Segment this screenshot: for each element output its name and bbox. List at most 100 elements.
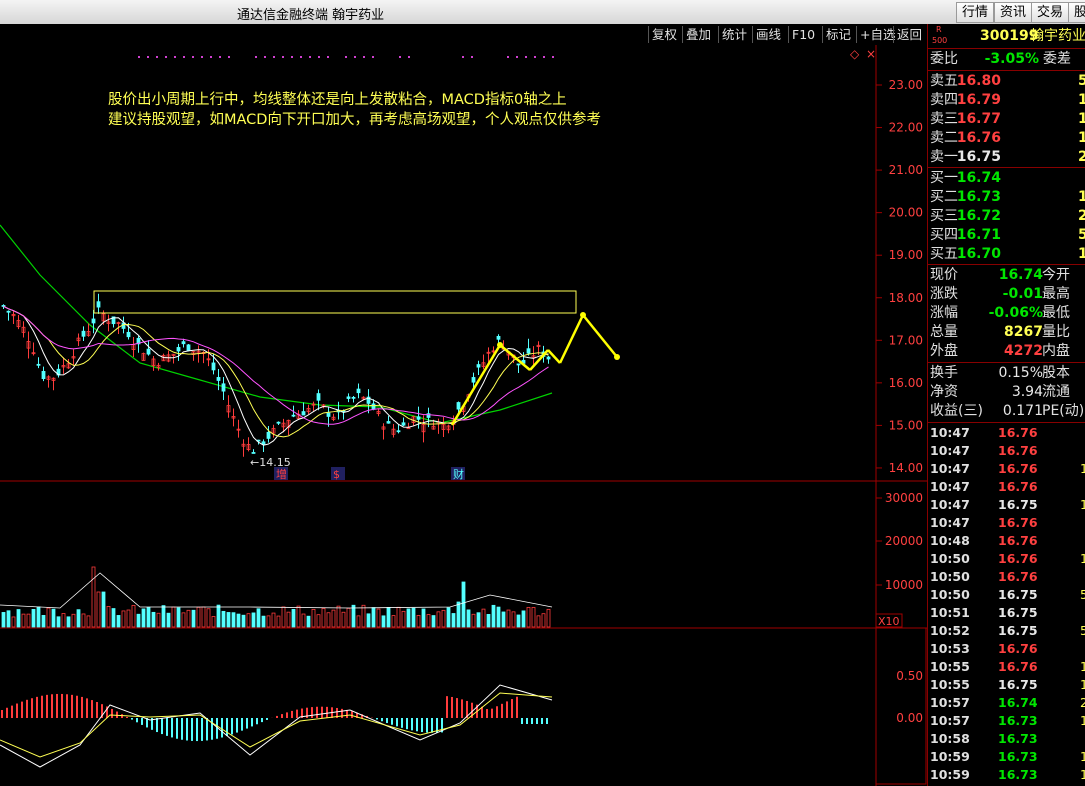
volume-bar xyxy=(1,612,6,628)
price-tick-label: 22.00 xyxy=(889,121,923,135)
candle-body xyxy=(471,377,476,383)
candle-body xyxy=(396,430,401,433)
ask-volume: 1 xyxy=(1078,92,1085,108)
volume-bar xyxy=(16,609,21,628)
info-dot xyxy=(264,56,266,58)
ask-row[interactable]: 卖一 16.75 2 xyxy=(928,148,1085,167)
ask-row[interactable]: 卖三 16.77 1 xyxy=(928,110,1085,129)
candle-body xyxy=(176,347,181,352)
tick-row: 10:47 16.76 xyxy=(928,514,1085,532)
bid-row[interactable]: 买四 16.71 5 xyxy=(928,226,1085,245)
volume-bar xyxy=(271,612,276,628)
tick-price: 16.73 xyxy=(998,731,1038,746)
stock-button[interactable]: 股 xyxy=(1068,2,1085,23)
market-button[interactable]: 行情 xyxy=(956,2,995,23)
volume-bar xyxy=(496,606,501,628)
overlay-button[interactable]: 叠加 xyxy=(682,26,714,43)
volume-bar xyxy=(546,608,551,628)
stat-right-label: 今开 xyxy=(1042,267,1070,283)
info-dot xyxy=(147,56,149,58)
fuquan-button[interactable]: 复权 xyxy=(648,26,680,43)
tick-time: 10:48 xyxy=(930,533,970,548)
volume-bar xyxy=(6,610,11,628)
info-dot xyxy=(318,56,320,58)
tick-row: 10:57 16.73 1 xyxy=(928,712,1085,730)
stat2-right-label: PE(动) xyxy=(1042,403,1085,419)
news-button[interactable]: 资讯 xyxy=(994,2,1033,23)
tick-time: 10:57 xyxy=(930,695,970,710)
info-dot xyxy=(525,56,527,58)
candle-body xyxy=(326,412,331,417)
tick-row: 10:52 16.75 5 xyxy=(928,622,1085,640)
candle-body xyxy=(146,348,151,355)
volume-bar xyxy=(521,610,526,628)
diamond-icon: ◇ xyxy=(850,47,860,61)
volume-bar xyxy=(41,614,46,628)
mark-button[interactable]: 标记 xyxy=(822,26,854,43)
volume-bar xyxy=(321,608,326,628)
stat2-value: 3.94 xyxy=(1011,384,1043,400)
kline-chart[interactable]: ◇ × 23.0022.0021.0020.0019.0018.0017.0016… xyxy=(0,45,927,786)
volume-bar xyxy=(291,609,296,628)
ma60-curve xyxy=(0,224,553,424)
volume-bar xyxy=(26,613,31,628)
f10-button[interactable]: F10 xyxy=(788,26,818,43)
tick-price: 16.76 xyxy=(998,533,1038,548)
chart-toolbar: 复权 叠加 统计 画线 F10 标记 +自选 返回 xyxy=(0,24,927,45)
bid-row[interactable]: 买五 16.70 1 xyxy=(928,245,1085,264)
volume-bar xyxy=(326,612,331,628)
stat-value: 16.74 xyxy=(998,267,1043,283)
volume-bar xyxy=(191,609,196,628)
tick-price: 16.75 xyxy=(998,677,1038,692)
tick-volume: 5 xyxy=(1080,623,1085,638)
bid-row[interactable]: 买三 16.72 2 xyxy=(928,207,1085,226)
tick-time: 10:47 xyxy=(930,515,970,530)
volume-bar xyxy=(216,604,221,628)
moving-averages xyxy=(3,305,549,446)
tick-price: 16.75 xyxy=(998,587,1038,602)
price-tick-label: 14.00 xyxy=(889,461,923,475)
weibi-label: 委比 xyxy=(930,51,958,67)
tick-row: 10:55 16.75 1 xyxy=(928,676,1085,694)
chart-frame xyxy=(0,45,927,786)
candle-body xyxy=(346,396,351,399)
tick-volume: 1 xyxy=(1080,551,1085,566)
bid-price: 16.73 xyxy=(956,189,1001,205)
stat2-row: 换手 0.15% 股本 xyxy=(928,364,1085,383)
ask-label: 卖二 xyxy=(930,130,958,146)
back-button[interactable]: 返回 xyxy=(893,26,925,43)
macd-tick-label: 0.50 xyxy=(896,669,923,683)
stat-label: 总量 xyxy=(930,324,958,340)
stats-button[interactable]: 统计 xyxy=(718,26,750,43)
bid-row[interactable]: 买二 16.73 1 xyxy=(928,188,1085,207)
tick-price: 16.73 xyxy=(998,749,1038,764)
bid-price: 16.71 xyxy=(956,227,1001,243)
weicha-label: 委差 xyxy=(1043,51,1071,67)
stat-right-label: 最高 xyxy=(1042,286,1070,302)
draw-button[interactable]: 画线 xyxy=(752,26,784,43)
bid-row[interactable]: 买一 16.74 xyxy=(928,169,1085,188)
ask-row[interactable]: 卖四 16.79 1 xyxy=(928,91,1085,110)
ask-price: 16.77 xyxy=(956,111,1001,127)
candle-body xyxy=(516,363,521,366)
ask-price: 16.76 xyxy=(956,130,1001,146)
ask-label: 卖三 xyxy=(930,111,958,127)
candle-body xyxy=(546,356,551,360)
tick-time: 10:50 xyxy=(930,551,970,566)
info-dot xyxy=(543,56,545,58)
macd-axis-box xyxy=(875,627,927,785)
tick-time: 10:50 xyxy=(930,569,970,584)
volume-bar xyxy=(96,591,101,628)
tick-time: 10:47 xyxy=(930,461,970,476)
volume-bar xyxy=(426,614,431,628)
trade-button[interactable]: 交易 xyxy=(1031,2,1070,23)
ask-row[interactable]: 卖二 16.76 1 xyxy=(928,129,1085,148)
bid-price: 16.70 xyxy=(956,246,1001,262)
bid-volume: 2 xyxy=(1078,208,1085,224)
volume-bar xyxy=(446,607,451,628)
volume-bar xyxy=(31,608,36,628)
ask-row[interactable]: 卖五 16.80 5 xyxy=(928,72,1085,91)
stat-value: -0.06% xyxy=(988,305,1043,321)
candle-body xyxy=(291,414,296,417)
price-tick-label: 17.00 xyxy=(889,333,923,347)
